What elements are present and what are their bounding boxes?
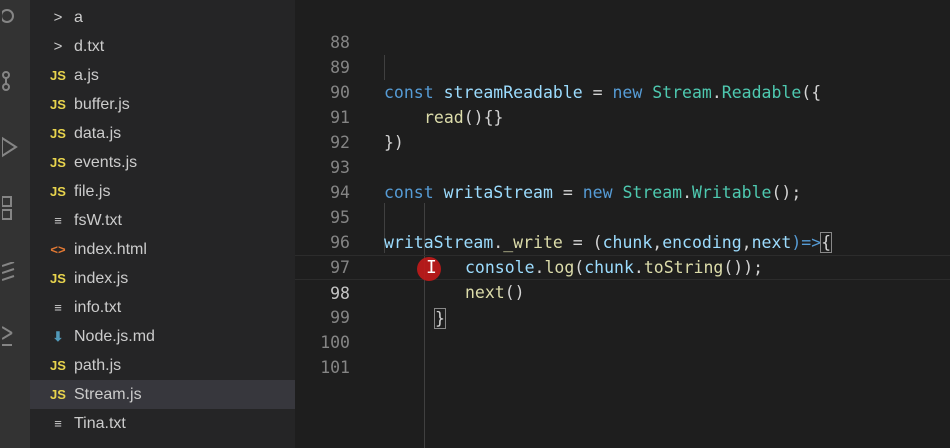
explorer-item-label: a [74,8,83,26]
explorer-item[interactable]: ≡ info.txt [30,293,295,322]
text-file-icon: ≡ [54,416,62,431]
text-file-icon: ≡ [54,300,62,315]
explorer-item[interactable]: ≡ Tina.txt [30,409,295,438]
explorer-item[interactable]: ⬇ Node.js.md [30,322,295,351]
explorer-item-label: index.html [74,240,147,258]
code-line: 91 }) [295,80,950,152]
javascript-file-icon: JS [50,68,66,83]
code-editor[interactable]: 88 89 const streamReadable = new Stream.… [295,0,950,448]
explorer-item-label: Node.js.md [74,327,155,345]
javascript-file-icon: JS [50,155,66,170]
explorer-item[interactable]: JS buffer.js [30,90,295,119]
explorer-item-label: Stream.js [74,385,142,403]
markdown-file-icon: ⬇ [52,328,64,344]
explorer-item[interactable]: <> index.html [30,235,295,264]
explorer-item-label: Tina.txt [74,414,126,432]
explorer-item-label: data.js [74,124,122,142]
run-debug-icon[interactable] [0,136,22,158]
explorer-item[interactable]: JS Stream.js [30,380,295,409]
code-line: 95 writaStream._write = (chunk,encoding,… [295,180,950,253]
explorer-item[interactable]: > d.txt [30,32,295,61]
code-line: 101 [295,330,950,377]
explorer-item-label: info.txt [74,298,122,316]
chevron-right-icon: > [53,38,63,55]
javascript-file-icon: JS [50,358,66,373]
text-cursor-icon: I [426,257,437,278]
code-line: 90 read(){} [295,55,950,127]
explorer-item-label: d.txt [74,37,105,55]
explorer-item[interactable]: JS path.js [30,351,295,380]
javascript-file-icon: JS [50,271,66,286]
explorer-item[interactable]: JS file.js [30,177,295,206]
explorer-item-label: path.js [74,356,122,374]
code-line: 99 [295,280,950,327]
explorer-item[interactable]: > a [30,3,295,32]
explorer-item-label: events.js [74,153,138,171]
code-line: 100 [295,305,950,352]
explorer-item[interactable]: JS events.js [30,148,295,177]
source-control-icon[interactable] [0,70,22,92]
code-line: 89 const streamReadable = new Stream.Rea… [295,30,950,102]
code-line: 96 console.log(chunk.toString()); [295,205,950,277]
code-line: 94 [295,155,950,202]
javascript-file-icon: JS [50,97,66,112]
javascript-file-icon: JS [50,126,66,141]
chevron-right-icon: > [53,9,63,26]
javascript-file-icon: JS [50,387,66,402]
explorer-item-label: fsW.txt [74,211,122,229]
line-number: 101 [320,358,350,377]
code-line: 92 [295,105,950,152]
html-file-icon: <> [50,242,66,257]
explorer-sidebar: > a > d.txt JS a.js JS buffer.js JS data.js JS even… [30,0,295,448]
text-file-icon: ≡ [54,213,62,228]
search-icon[interactable] [0,6,22,28]
remote-icon[interactable] [0,262,22,284]
explorer-item-label: index.js [74,269,129,287]
settings-icon[interactable] [0,326,22,348]
explorer-item-label: buffer.js [74,95,130,113]
extensions-icon[interactable] [0,196,22,220]
explorer-item[interactable]: JS a.js [30,61,295,90]
explorer-item-label: file.js [74,182,111,200]
code-line: 97 next() [295,230,950,302]
explorer-item[interactable]: ≡ fsW.txt [30,206,295,235]
explorer-item[interactable]: JS data.js [30,119,295,148]
explorer-item[interactable]: JS index.js [30,264,295,293]
activity-bar [0,0,30,448]
code-line: 93 const writaStream = new Stream.Writab… [295,130,950,202]
code-line-current: 98 } [295,255,950,329]
explorer-item-label: a.js [74,66,99,84]
javascript-file-icon: JS [50,184,66,199]
code-line: 88 [295,5,950,52]
